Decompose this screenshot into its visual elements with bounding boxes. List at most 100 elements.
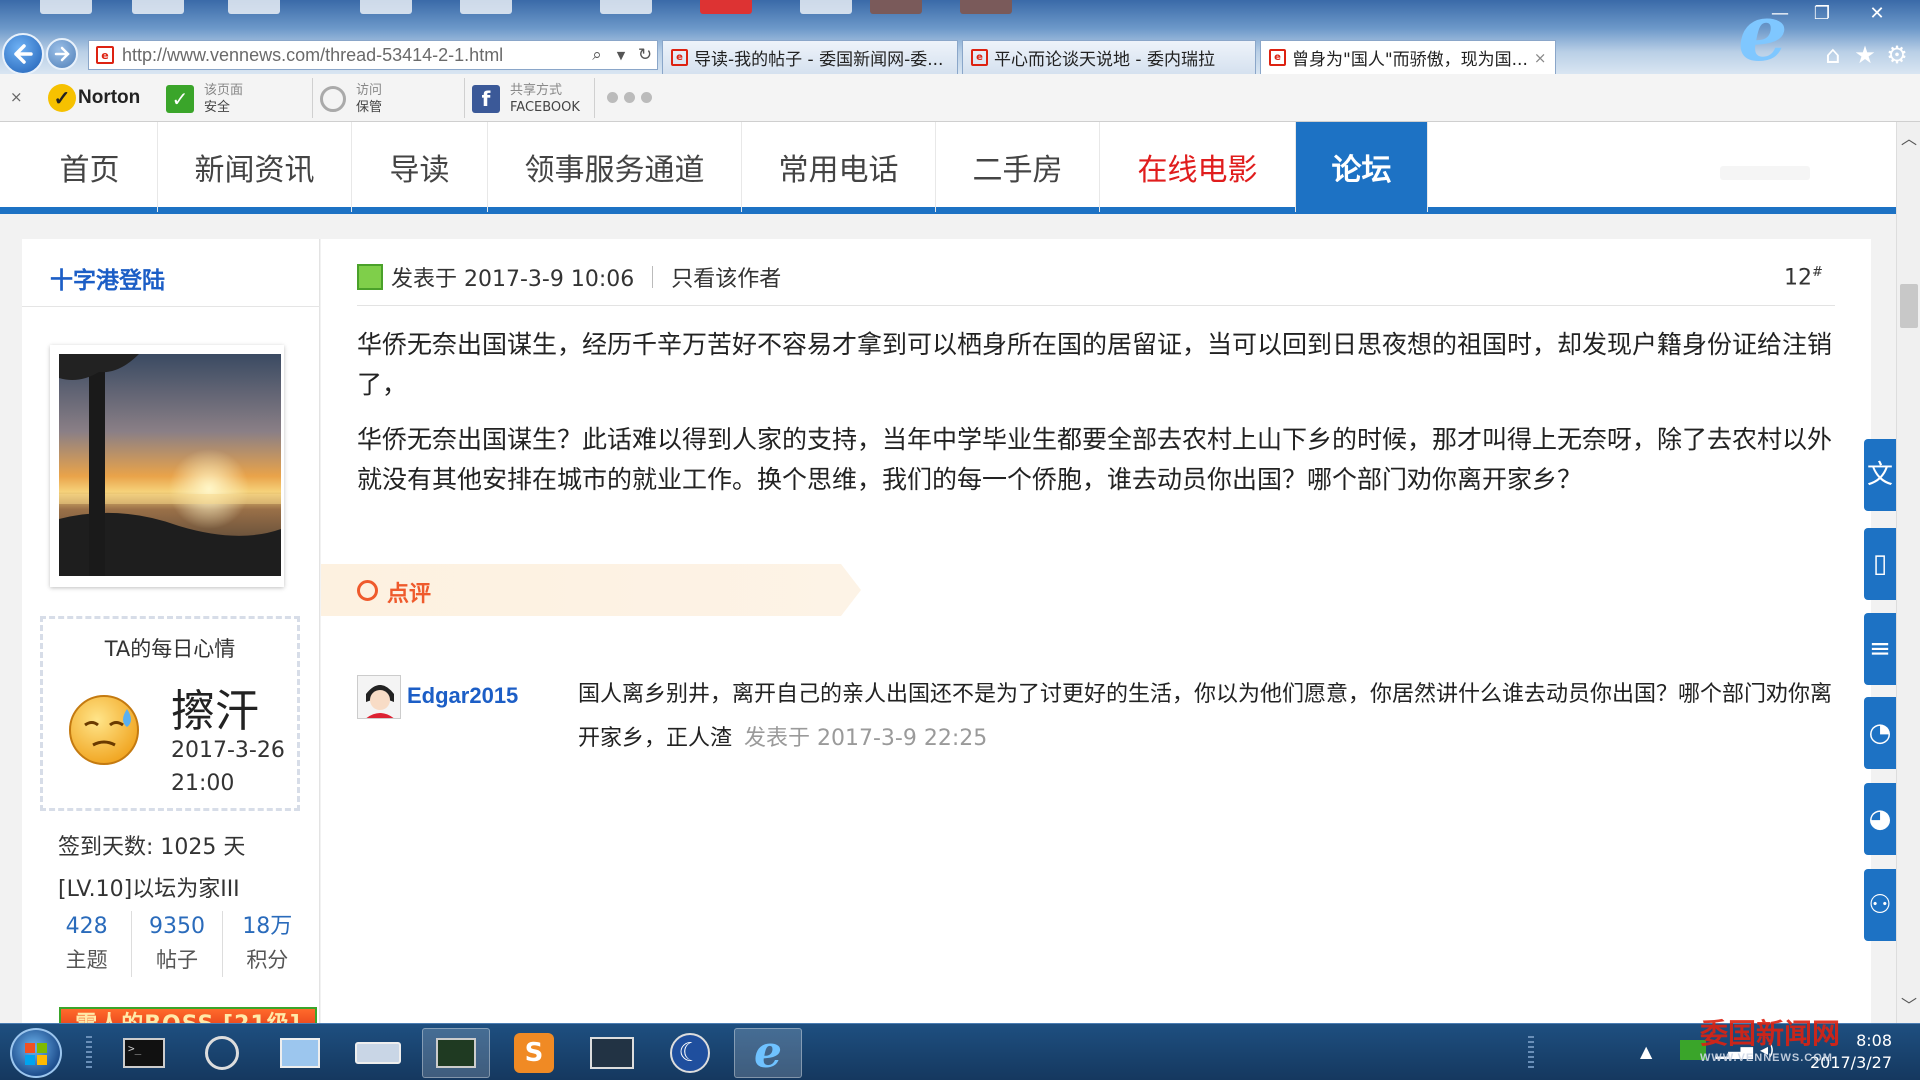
- site-watermark: 委国新闻网 WWW.VENNEWS.COM: [1700, 1012, 1840, 1064]
- taskbar-keyboard-icon[interactable]: [344, 1028, 412, 1078]
- close-window-button[interactable]: ✕: [1842, 0, 1912, 26]
- comment-username[interactable]: Edgar2015: [407, 683, 518, 709]
- float-tool-text-icon[interactable]: 文: [1864, 439, 1896, 511]
- scroll-up-icon[interactable]: ︿: [1897, 128, 1920, 150]
- scroll-down-icon[interactable]: ﹀: [1897, 995, 1920, 1017]
- nav-item-guide[interactable]: 导读: [352, 122, 488, 212]
- float-tool-bell-icon[interactable]: ◔: [1864, 697, 1896, 769]
- avatar[interactable]: [50, 345, 284, 587]
- avatar-sunset-image: [59, 354, 281, 576]
- back-arrow-icon: [14, 44, 33, 64]
- nav-item-housing[interactable]: 二手房: [936, 122, 1100, 212]
- back-button[interactable]: [2, 33, 44, 74]
- toolbar-divider: [312, 78, 313, 118]
- toolbar-divider: [594, 78, 595, 118]
- page-safe-status[interactable]: ✓ 该页面 安全: [166, 80, 243, 118]
- nav-item-home[interactable]: 首页: [22, 122, 158, 212]
- mood-time: 21:00: [171, 771, 235, 796]
- minimize-button[interactable]: —: [1758, 0, 1802, 26]
- desktop-icons-strip: [40, 0, 1240, 14]
- tab-title: 平心而论谈天说地 - 委内瑞拉: [994, 50, 1215, 70]
- taskbar-network-icon[interactable]: [266, 1028, 334, 1078]
- nav-item-movies[interactable]: 在线电影: [1100, 122, 1296, 212]
- norton-check-icon: ✓: [48, 84, 76, 112]
- visit-vault-button[interactable]: 访问 保管: [320, 80, 382, 118]
- author-username[interactable]: 十字港登陆: [50, 261, 165, 295]
- nav-item-consular[interactable]: 领事服务通道: [488, 122, 742, 212]
- scroll-thumb[interactable]: [1900, 284, 1918, 328]
- taskbar-moon-icon[interactable]: ☾: [656, 1028, 724, 1078]
- stat-number: 18万: [242, 914, 293, 939]
- search-icon[interactable]: ⌕: [585, 45, 609, 65]
- comment-avatar[interactable]: [357, 675, 401, 719]
- taskbar-display-icon[interactable]: [578, 1028, 646, 1078]
- address-url[interactable]: http://www.vennews.com/thread-53414-2-1.…: [122, 45, 585, 66]
- stat-topics[interactable]: 428 主题: [42, 911, 133, 977]
- only-author-link[interactable]: 只看该作者: [671, 261, 781, 293]
- watermark-sub: WWW.VENNEWS.COM: [1700, 1052, 1833, 1064]
- start-button[interactable]: [10, 1028, 62, 1078]
- taskbar-grip: [1528, 1036, 1534, 1070]
- tab-close-icon[interactable]: ×: [1534, 49, 1547, 67]
- nav-faded-link: [1720, 166, 1810, 180]
- vertical-scrollbar[interactable]: ︿ ﹀: [1896, 122, 1920, 1023]
- stat-label: 主题: [65, 948, 108, 972]
- post-paragraph: 华侨无奈出国谋生？此话难以得到人家的支持，当年中学毕业生都要全部去农村上山下乡的…: [357, 425, 1833, 494]
- forward-arrow-icon: [54, 46, 70, 62]
- watermark-text: 委国新闻网: [1700, 1017, 1841, 1050]
- tab-3-active[interactable]: e 曾身为"国人"而骄傲，现为国... ×: [1260, 40, 1556, 74]
- gear-icon[interactable]: ⚙: [1882, 40, 1912, 70]
- float-tool-user-icon[interactable]: ⚇: [1864, 869, 1896, 941]
- taskbar-monitor-icon[interactable]: [422, 1028, 490, 1078]
- stat-posts[interactable]: 9350 帖子: [132, 911, 223, 977]
- windows-taskbar: >_ S ☾ e ▲ ▁▃▅ ◂) 8:08 2017/3/27: [0, 1023, 1920, 1080]
- author-sidebar: 十字港登陆 TA的每日心情 擦汗 2017-3-26 21:00 签到天数: 1…: [22, 239, 320, 1043]
- norton-logo[interactable]: ✓ Norton: [48, 82, 140, 114]
- float-tool-menu-icon[interactable]: ≡: [1864, 613, 1896, 685]
- mood-word: 擦汗: [171, 686, 259, 737]
- facebook-icon: f: [472, 85, 500, 113]
- user-stats: 428 主题 9350 帖子 18万 积分: [42, 911, 312, 977]
- mood-title: TA的每日心情: [104, 637, 236, 661]
- tab-favicon-icon: e: [671, 49, 688, 66]
- taskbar-search-icon[interactable]: [188, 1028, 256, 1078]
- browser-chrome: e http://www.vennews.com/thread-53414-2-…: [0, 0, 1920, 74]
- favorites-star-icon[interactable]: ★: [1850, 40, 1880, 70]
- restore-button[interactable]: ❐: [1802, 0, 1842, 26]
- stat-label: 帖子: [155, 948, 198, 972]
- dropdown-arrow-icon[interactable]: ▼: [609, 49, 633, 62]
- nav-item-news[interactable]: 新闻资讯: [158, 122, 352, 212]
- comments-label: 点评: [387, 582, 432, 607]
- more-options-icon[interactable]: [607, 92, 652, 103]
- taskbar-grip: [86, 1036, 92, 1070]
- comment-ring-icon: [357, 580, 378, 601]
- mood-datetime: 2017-3-26 21:00: [171, 734, 285, 800]
- taskbar-cmd-icon[interactable]: >_: [110, 1028, 178, 1078]
- daily-mood-box: TA的每日心情 擦汗 2017-3-26 21:00: [40, 616, 300, 811]
- floor-number[interactable]: 12#: [1784, 265, 1823, 290]
- comment-time: 发表于 2017-3-9 22:25: [744, 726, 988, 751]
- nav-item-forum[interactable]: 论坛: [1296, 122, 1428, 212]
- toolbar-close-button[interactable]: ×: [10, 88, 23, 106]
- stat-points[interactable]: 18万 积分: [223, 911, 312, 977]
- nav-item-phones[interactable]: 常用电话: [742, 122, 936, 212]
- tab-1[interactable]: e 导读-我的帖子 - 委国新闻网-委...: [662, 40, 958, 74]
- share-line1: 共享方式: [510, 83, 563, 98]
- tray-expand-icon[interactable]: ▲: [1640, 1042, 1652, 1080]
- site-navigation: 首页 新闻资讯 导读 领事服务通道 常用电话 二手房 在线电影 论坛: [0, 122, 1896, 214]
- home-icon[interactable]: ⌂: [1818, 40, 1848, 70]
- taskbar-ie-icon[interactable]: e: [734, 1028, 802, 1078]
- comment-text: 国人离乡别井，离开自己的亲人出国还不是为了讨更好的生活，你以为他们愿意，你居然讲…: [578, 673, 1848, 761]
- address-bar[interactable]: e http://www.vennews.com/thread-53414-2-…: [88, 40, 658, 70]
- tab-2[interactable]: e 平心而论谈天说地 - 委内瑞拉: [962, 40, 1256, 74]
- forward-button[interactable]: [46, 38, 78, 70]
- user-level: [LV.10]以坛为家III: [58, 877, 240, 902]
- toolbar-divider: [464, 78, 465, 118]
- mood-date: 2017-3-26: [171, 738, 285, 763]
- refresh-icon[interactable]: ↻: [633, 45, 657, 65]
- float-tool-doc-icon[interactable]: ▯: [1864, 528, 1896, 600]
- taskbar-sublime-icon[interactable]: S: [500, 1028, 568, 1078]
- float-tool-chat-icon[interactable]: ◕: [1864, 783, 1896, 855]
- share-facebook-button[interactable]: f 共享方式 FACEBOOK: [472, 80, 580, 118]
- page-status-line2: 安全: [204, 100, 231, 115]
